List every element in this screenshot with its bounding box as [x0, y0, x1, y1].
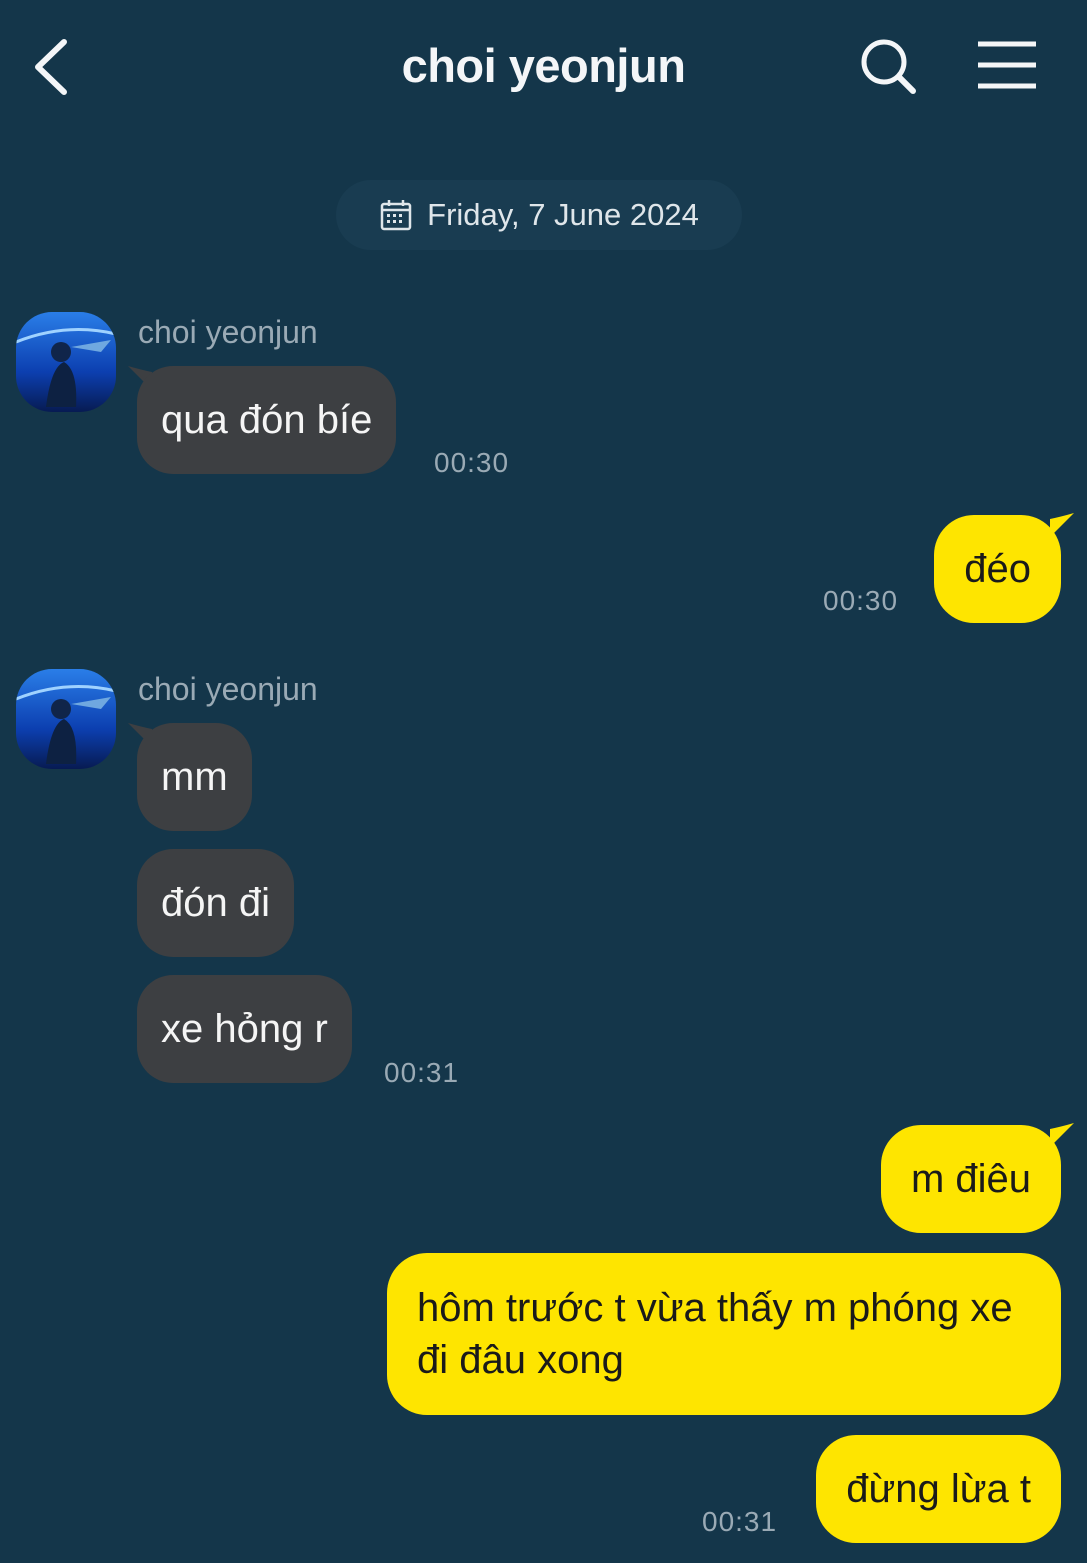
search-icon [861, 39, 916, 94]
message-bubble[interactable]: qua đón bíe [137, 366, 397, 474]
bubble-tail [1050, 1123, 1074, 1147]
message-bubble[interactable]: đéo [934, 515, 1061, 623]
sender-name: choi yeonjun [138, 671, 318, 707]
message-bubble[interactable]: mm [137, 723, 252, 831]
avatar[interactable] [16, 669, 116, 769]
message-bubble[interactable]: hôm trước t vừa thấy m phóng xe đi đâu x… [387, 1253, 1061, 1415]
message-time: 00:30 [823, 585, 899, 616]
calendar-icon [380, 200, 412, 231]
message-time: 00:30 [434, 447, 510, 478]
message-time: 00:31 [702, 1506, 778, 1537]
contact-photo [16, 669, 116, 769]
date-label: Friday, 7 June 2024 [427, 197, 699, 232]
date-divider: Friday, 7 June 2024 [336, 180, 742, 250]
chat-header: choi yeonjun [0, 0, 1087, 135]
message-bubble[interactable]: xe hỏng r [137, 975, 352, 1083]
menu-button[interactable] [970, 34, 1044, 96]
search-button[interactable] [855, 32, 925, 102]
message-time: 00:31 [384, 1057, 460, 1088]
avatar[interactable] [16, 312, 116, 412]
sender-name: choi yeonjun [138, 314, 318, 350]
hamburger-menu-icon [978, 41, 1036, 89]
message-bubble[interactable]: đừng lừa t [816, 1435, 1061, 1543]
message-bubble[interactable]: đón đi [137, 849, 294, 957]
contact-photo [16, 312, 116, 412]
message-bubble[interactable]: m điêu [880, 1125, 1061, 1233]
bubble-tail [1050, 513, 1074, 537]
